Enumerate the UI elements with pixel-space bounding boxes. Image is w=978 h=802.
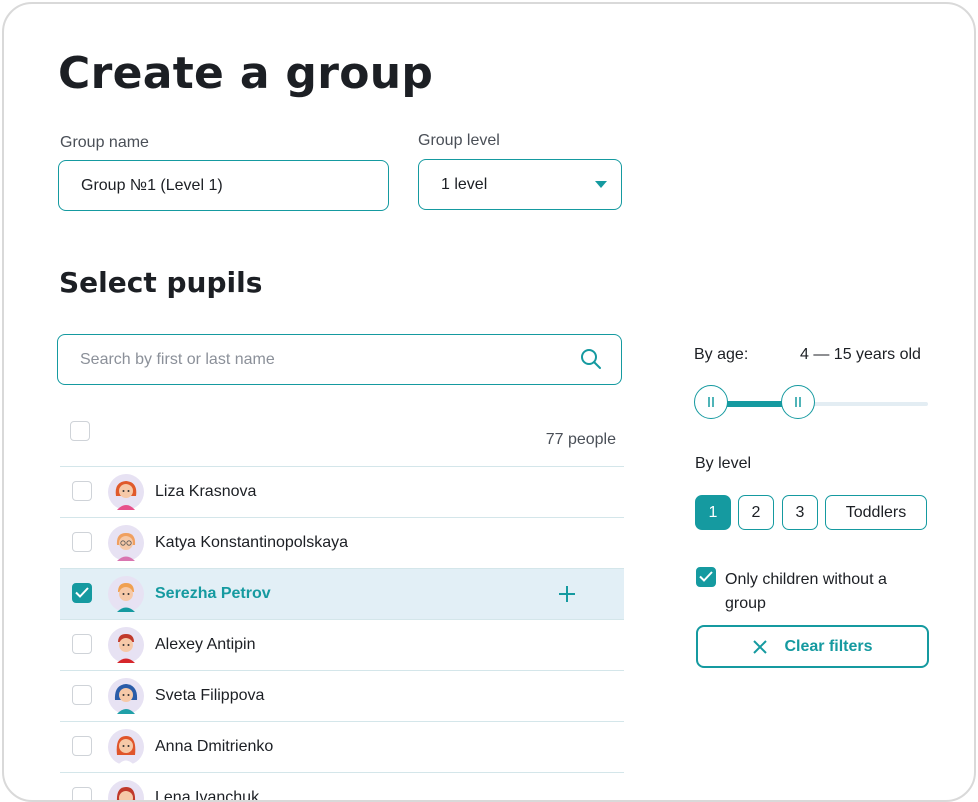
- clear-filters-label: Clear filters: [784, 637, 873, 655]
- select-pupils-title: Select pupils: [59, 266, 263, 299]
- check-icon: [699, 571, 713, 582]
- group-level-select[interactable]: 1 level: [418, 159, 622, 210]
- pupil-row[interactable]: Alexey Antipin: [60, 619, 624, 670]
- pupil-name: Lena Ivanchuk: [155, 789, 260, 802]
- clear-filters-button[interactable]: Clear filters: [696, 625, 929, 668]
- pupil-checkbox[interactable]: [72, 787, 92, 800]
- avatar: [108, 576, 144, 612]
- avatar: [108, 780, 144, 800]
- pupil-name: Anna Dmitrienko: [155, 738, 274, 755]
- group-name-label: Group name: [60, 134, 149, 151]
- search-input[interactable]: [78, 349, 562, 370]
- level-button-3[interactable]: 3: [782, 495, 818, 530]
- pupil-row-selected[interactable]: Serezha Petrov: [60, 568, 624, 619]
- avatar: [108, 525, 144, 561]
- check-icon: [75, 587, 89, 598]
- avatar: [108, 678, 144, 714]
- level-button-1[interactable]: 1: [695, 495, 731, 530]
- close-icon: [753, 639, 768, 654]
- only-without-group-label: Only children without a group: [725, 571, 887, 612]
- group-name-value: Group №1 (Level 1): [81, 176, 223, 194]
- pupil-row[interactable]: Liza Krasnova: [60, 466, 624, 517]
- chevron-down-icon: [595, 181, 607, 188]
- pupil-name: Liza Krasnova: [155, 483, 257, 500]
- pupil-name: Alexey Antipin: [155, 636, 256, 653]
- pupil-name: Sveta Filippova: [155, 687, 265, 704]
- page-title: Create a group: [58, 48, 434, 99]
- pupil-list: Liza Krasnova Katya Konstantinopolskaya: [60, 466, 624, 802]
- pupil-row[interactable]: Lena Ivanchuk: [60, 772, 624, 802]
- age-filter-label: By age:: [694, 346, 749, 363]
- grip-icon: [708, 397, 714, 407]
- age-slider-min-handle[interactable]: [694, 385, 728, 419]
- avatar: [108, 729, 144, 765]
- age-slider-max-handle[interactable]: [781, 385, 815, 419]
- pupil-checkbox-checked[interactable]: [72, 583, 92, 603]
- plus-icon[interactable]: [558, 585, 576, 603]
- pupil-checkbox[interactable]: [72, 481, 92, 501]
- pupil-checkbox[interactable]: [72, 736, 92, 756]
- pupil-name: Serezha Petrov: [155, 585, 271, 602]
- avatar: [108, 627, 144, 663]
- avatar: [108, 474, 144, 510]
- level-filter-label: By level: [695, 455, 752, 472]
- grip-icon: [795, 397, 801, 407]
- pupil-checkbox[interactable]: [72, 634, 92, 654]
- pupil-name: Katya Konstantinopolskaya: [155, 534, 349, 551]
- only-without-group-checkbox[interactable]: [696, 567, 716, 587]
- window-frame: Create a group Group name Group №1 (Leve…: [2, 2, 976, 802]
- age-range-value: 4 — 15 years old: [800, 346, 921, 363]
- pupil-row[interactable]: Katya Konstantinopolskaya: [60, 517, 624, 568]
- pupil-checkbox[interactable]: [72, 685, 92, 705]
- level-button-2[interactable]: 2: [738, 495, 774, 530]
- search-field[interactable]: [57, 334, 622, 385]
- select-all-checkbox[interactable]: [70, 421, 90, 441]
- level-button-toddlers[interactable]: Toddlers: [825, 495, 927, 530]
- group-level-label: Group level: [418, 132, 500, 149]
- pupil-row[interactable]: Sveta Filippova: [60, 670, 624, 721]
- search-icon[interactable]: [579, 347, 603, 376]
- people-count: 77 people: [545, 431, 616, 448]
- group-level-value: 1 level: [441, 175, 488, 193]
- group-name-field[interactable]: Group №1 (Level 1): [58, 160, 389, 211]
- pupil-row[interactable]: Anna Dmitrienko: [60, 721, 624, 772]
- pupil-checkbox[interactable]: [72, 532, 92, 552]
